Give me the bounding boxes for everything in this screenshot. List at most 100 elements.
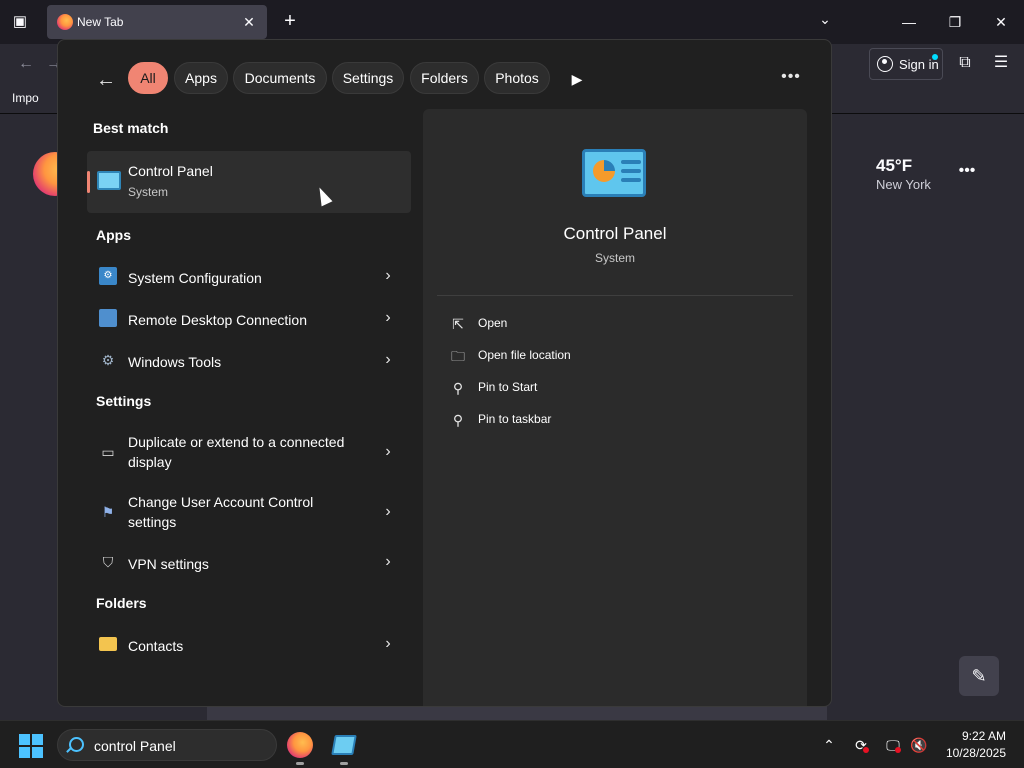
result-contacts-folder[interactable]: Contacts ›	[87, 624, 411, 664]
restore-icon[interactable]: ❐	[943, 10, 967, 34]
chevron-up-icon[interactable]: ⌃	[819, 735, 839, 755]
tab-new-tab[interactable]: New Tab ✕	[47, 5, 267, 39]
result-label: Duplicate or extend to a connected displ…	[128, 434, 345, 470]
close-tab-icon[interactable]: ✕	[239, 12, 259, 32]
volume-muted-icon[interactable]: 🔇	[909, 735, 929, 755]
chevron-right-icon[interactable]: ›	[382, 308, 394, 328]
import-bookmarks-link[interactable]: Impo	[12, 91, 39, 105]
network-icon[interactable]: 🖵	[883, 735, 903, 755]
action-open[interactable]: ⇱ Open	[443, 312, 703, 336]
result-label: VPN settings	[128, 556, 209, 572]
running-indicator	[296, 762, 304, 765]
folder-icon	[99, 637, 117, 651]
remote-desktop-icon	[99, 309, 117, 327]
pin-icon: ⚲	[452, 412, 464, 428]
taskbar: control Panel ⌃ ⟳ 🖵 🔇 9:22 AM 10/28/2025	[0, 720, 1024, 768]
filter-chip-apps[interactable]: Apps	[174, 62, 228, 94]
start-search-panel: ← All Apps Documents Settings Folders Ph…	[57, 39, 832, 707]
account-icon	[877, 56, 893, 72]
filter-chip-all[interactable]: All	[128, 62, 168, 94]
result-label: System Configuration	[128, 270, 262, 286]
result-windows-tools[interactable]: ⚙ Windows Tools ›	[87, 340, 411, 380]
action-label: Pin to Start	[478, 380, 538, 394]
notification-dot	[932, 54, 938, 60]
result-remote-desktop[interactable]: Remote Desktop Connection ›	[87, 298, 411, 338]
result-label: Contacts	[128, 638, 184, 654]
action-open-file-location[interactable]: 🗀 Open file location	[443, 344, 703, 368]
shortcuts-strip	[207, 706, 827, 720]
customize-pencil-icon[interactable]: ✎	[959, 656, 999, 696]
tab-list-icon[interactable]: ▣	[8, 10, 32, 34]
play-arrow-icon[interactable]: ▶	[566, 68, 588, 90]
system-configuration-icon: ⚙	[99, 267, 117, 285]
control-panel-taskbar-icon[interactable]	[331, 735, 357, 755]
selection-accent	[87, 171, 90, 193]
action-pin-to-taskbar[interactable]: ⚲ Pin to taskbar	[443, 408, 703, 432]
weather-temperature: 45°F	[876, 156, 913, 175]
settings-heading: Settings	[96, 393, 152, 409]
action-label: Pin to taskbar	[478, 412, 552, 426]
clock-time[interactable]: 9:22 AM	[940, 729, 1006, 743]
chevron-right-icon[interactable]: ›	[382, 552, 394, 572]
control-panel-icon	[97, 171, 121, 190]
action-label: Open	[478, 316, 508, 330]
chevron-down-icon[interactable]: ⌄	[815, 11, 835, 31]
divider	[437, 295, 793, 296]
uac-flag-icon: ⚑	[101, 504, 115, 520]
browser-tabbar: ▣ New Tab ✕ + ⌄ — ❐ ✕	[0, 0, 1024, 44]
search-icon	[69, 737, 84, 752]
filter-chip-documents[interactable]: Documents	[233, 62, 327, 94]
preview-title: Control Panel	[563, 224, 667, 243]
windows-tools-icon: ⚙	[101, 352, 115, 368]
clock-date[interactable]: 10/28/2025	[940, 746, 1006, 760]
chevron-right-icon[interactable]: ›	[382, 350, 394, 370]
result-duplicate-display[interactable]: ▭ Duplicate or extend to a connected dis…	[87, 432, 411, 472]
folders-heading: Folders	[96, 595, 147, 611]
action-pin-to-start[interactable]: ⚲ Pin to Start	[443, 376, 703, 400]
action-label: Open file location	[478, 348, 571, 362]
taskbar-search-text: control Panel	[94, 738, 176, 754]
best-match-subtitle: System	[128, 185, 169, 199]
open-external-icon: ⇱	[452, 316, 464, 332]
windows-start-icon[interactable]	[19, 734, 43, 758]
firefox-taskbar-icon[interactable]	[287, 732, 313, 758]
taskbar-search-box[interactable]: control Panel	[57, 729, 277, 761]
result-preview-pane: Control Panel System ⇱ Open 🗀 Open file …	[423, 109, 807, 706]
filter-chip-folders[interactable]: Folders	[410, 62, 479, 94]
more-options-icon[interactable]: •••	[956, 162, 978, 182]
minimize-icon[interactable]: —	[897, 10, 921, 34]
chevron-right-icon[interactable]: ›	[382, 442, 394, 462]
result-label: Change User Account Control settings	[128, 494, 314, 530]
back-arrow-icon[interactable]: ←	[14, 52, 38, 76]
folder-open-icon: 🗀	[451, 348, 465, 364]
result-label: Remote Desktop Connection	[128, 312, 307, 328]
close-window-icon[interactable]: ✕	[989, 10, 1013, 34]
hamburger-menu-icon[interactable]: ☰	[990, 52, 1012, 74]
back-arrow-icon[interactable]: ←	[94, 68, 118, 92]
apps-heading: Apps	[96, 227, 131, 243]
display-icon: ▭	[101, 444, 115, 460]
chevron-right-icon[interactable]: ›	[382, 502, 394, 522]
filter-chip-settings[interactable]: Settings	[332, 62, 404, 94]
best-match-title: Control Panel	[128, 163, 213, 179]
filter-chip-photos[interactable]: Photos	[484, 62, 550, 94]
weather-city: New York	[876, 177, 931, 192]
extensions-icon[interactable]: ⧉	[954, 52, 976, 74]
tab-title: New Tab	[77, 15, 124, 29]
result-vpn-settings[interactable]: ⛉ VPN settings ›	[87, 542, 411, 582]
sign-in-button[interactable]: Sign in	[869, 48, 943, 80]
sync-icon[interactable]: ⟳	[851, 735, 871, 755]
running-indicator	[340, 762, 348, 765]
chevron-right-icon[interactable]: ›	[382, 266, 394, 286]
result-label: Windows Tools	[128, 354, 222, 370]
chevron-right-icon[interactable]: ›	[382, 634, 394, 654]
result-uac-settings[interactable]: ⚑ Change User Account Control settings ›	[87, 492, 411, 532]
pin-icon: ⚲	[452, 380, 464, 396]
best-match-heading: Best match	[93, 120, 169, 136]
firefox-tab-icon	[57, 14, 73, 30]
more-options-icon[interactable]: •••	[778, 67, 804, 91]
result-system-configuration[interactable]: ⚙ System Configuration ›	[87, 256, 411, 296]
new-tab-button[interactable]: +	[279, 10, 301, 32]
preview-subtitle: System	[594, 251, 635, 265]
best-match-result[interactable]: Control Panel System	[87, 151, 411, 213]
